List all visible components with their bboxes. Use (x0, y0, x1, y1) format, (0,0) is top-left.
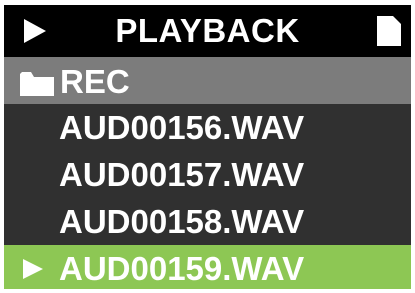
file-list-item[interactable]: AUD00156.WAV (4, 104, 411, 151)
folder-label: REC (60, 63, 130, 100)
file-icon (377, 16, 401, 46)
file-list-item-selected[interactable]: AUD00159.WAV (4, 245, 411, 289)
header-bar: PLAYBACK (4, 5, 411, 57)
folder-icon (20, 72, 54, 96)
file-name: AUD00159.WAV (59, 250, 305, 287)
page-title: PLAYBACK (115, 12, 300, 49)
file-list: AUD00156.WAV AUD00157.WAV AUD00158.WAV A… (4, 104, 411, 289)
file-list-item[interactable]: AUD00158.WAV (4, 198, 411, 245)
file-list-item[interactable]: AUD00157.WAV (4, 151, 411, 198)
folder-row-rec[interactable]: REC (4, 57, 411, 104)
file-name: AUD00156.WAV (59, 109, 305, 146)
device-screen: PLAYBACK REC AUD00156.WAV AUD00157.WAV A… (0, 0, 415, 293)
lcd-display: PLAYBACK REC AUD00156.WAV AUD00157.WAV A… (4, 5, 411, 289)
file-name: AUD00157.WAV (59, 156, 305, 193)
file-name: AUD00158.WAV (59, 203, 305, 240)
play-icon (23, 259, 43, 279)
